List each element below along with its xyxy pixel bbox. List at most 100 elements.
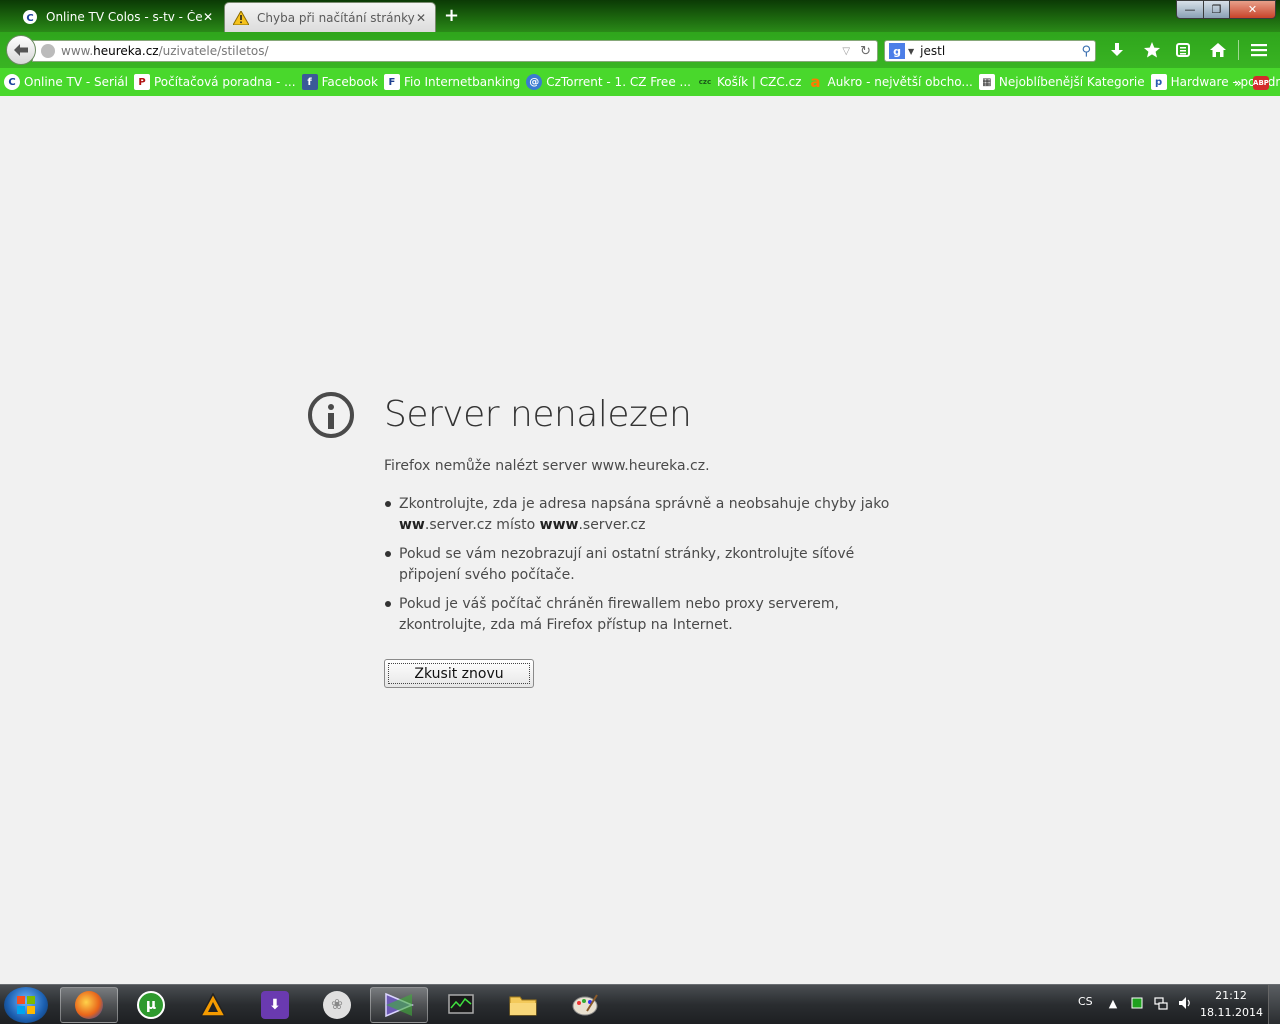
taskbar-app-paint[interactable]	[556, 987, 614, 1023]
tray-expand-icon[interactable]: ▲	[1106, 996, 1120, 1010]
maximize-button[interactable]: ❐	[1203, 0, 1230, 19]
media-player-icon	[385, 992, 414, 1018]
taskbar-app-aimp[interactable]	[184, 987, 242, 1023]
url-host: heureka.cz	[93, 44, 159, 58]
retry-button[interactable]: Zkusit znovu	[384, 659, 534, 688]
tab-title: Online TV Colos - s-tv - Če...	[46, 10, 202, 24]
taskbar-app-firefox[interactable]	[60, 987, 118, 1023]
minimize-button[interactable]: —	[1176, 0, 1204, 19]
example-bold: ww	[399, 517, 425, 533]
tab-title: Chyba při načítání stránky	[257, 10, 415, 25]
bookmark-pocitacova-poradna[interactable]: P Počítačová poradna - ...	[133, 74, 296, 90]
window-close-button[interactable]: ✕	[1229, 0, 1276, 19]
suggestion-text: Zkontrolujte, zda je adresa napsána sprá…	[399, 496, 890, 512]
start-button[interactable]	[4, 987, 48, 1023]
folder-icon	[509, 996, 537, 1016]
hamburger-menu-icon[interactable]	[1249, 40, 1269, 60]
suggestion-list: Zkontrolujte, zda je adresa napsána sprá…	[384, 494, 914, 644]
firefox-icon	[75, 991, 103, 1019]
error-description: Firefox nemůže nalézt server www.heureka…	[384, 458, 710, 474]
engine-dropdown-icon[interactable]: ▼	[908, 47, 914, 56]
taskbar-app-task-manager[interactable]	[432, 987, 490, 1023]
example-bold: www	[539, 517, 579, 533]
volume-icon[interactable]	[1178, 996, 1192, 1010]
url-text[interactable]: www.heureka.cz/uzivatele/stiletos/	[61, 44, 842, 58]
language-indicator[interactable]: CS	[1078, 995, 1093, 1008]
search-icon[interactable]: ⚲	[1081, 44, 1091, 59]
bookmark-label: Nejoblíbenější Kategorie	[998, 75, 1145, 89]
colos-c-icon: C	[22, 9, 38, 25]
taskbar-app-downloader[interactable]: ⬇	[246, 987, 304, 1023]
tray-green-square-icon[interactable]	[1130, 996, 1144, 1010]
suggestion-text: Pokud se vám nezobrazují ani ostatní str…	[399, 546, 855, 583]
taskbar-app-footprint[interactable]: ❀	[308, 987, 366, 1023]
navigation-toolbar: www.heureka.cz/uzivatele/stiletos/ ▽ ↻ g…	[0, 32, 1280, 68]
history-dropdown-icon[interactable]: ▽	[842, 46, 850, 57]
clock-date[interactable]: 18.11.2014	[1200, 1006, 1263, 1019]
tab-close-icon[interactable]: ✕	[202, 10, 214, 24]
aimp-triangle-icon	[200, 993, 226, 1017]
tab-error-page[interactable]: Chyba při načítání stránky ✕	[224, 2, 436, 32]
bookmark-online-tv[interactable]: C Online TV - Seriál	[4, 74, 128, 90]
utorrent-icon: µ	[137, 991, 165, 1019]
example-text: .server.cz místo	[424, 517, 540, 533]
url-prefix: www.	[61, 44, 94, 58]
toolbar-separator	[1238, 40, 1239, 60]
maximize-icon: ❐	[1211, 3, 1222, 16]
globe-icon	[41, 44, 55, 58]
home-icon[interactable]	[1208, 40, 1228, 60]
bookmarks-toolbar: C Online TV - Seriál P Počítačová poradn…	[0, 68, 1280, 96]
search-input[interactable]: jestl	[920, 44, 1081, 58]
pcnet-icon: P	[133, 74, 150, 90]
reload-icon[interactable]: ↻	[860, 44, 871, 59]
download-arrow-icon: ⬇	[261, 991, 289, 1019]
taskbar-app-explorer[interactable]	[494, 987, 552, 1023]
fio-icon: F	[383, 74, 400, 90]
adblock-plus-icon[interactable]: ABP	[1253, 76, 1269, 90]
bookmarks-menu-icon[interactable]	[1173, 40, 1193, 60]
bookmark-fio[interactable]: F Fio Internetbanking	[383, 74, 520, 90]
bookmark-czc[interactable]: czc Košík | CZC.cz	[697, 74, 802, 90]
downloads-icon[interactable]	[1107, 40, 1127, 60]
bookmark-aukro[interactable]: a Aukro - největší obcho...	[807, 73, 973, 91]
info-icon	[308, 392, 354, 438]
footprint-icon: ❀	[323, 991, 351, 1019]
back-arrow-icon	[14, 44, 28, 56]
close-icon: ✕	[1247, 3, 1258, 16]
bookmark-label: Facebook	[321, 75, 378, 89]
new-tab-plus-icon[interactable]: +	[444, 6, 459, 26]
bookmark-nejoblibenejsi[interactable]: ▦ Nejoblíbenější Kategorie	[978, 74, 1145, 90]
tab-close-icon[interactable]: ✕	[415, 11, 427, 25]
paint-palette-icon	[572, 994, 598, 1016]
back-button[interactable]	[6, 35, 36, 65]
clock-time[interactable]: 21:12	[1200, 989, 1262, 1002]
taskbar-app-media-player[interactable]	[370, 987, 428, 1023]
bookmark-label: CzTorrent - 1. CZ Free ...	[546, 75, 691, 89]
bookmark-facebook[interactable]: f Facebook	[301, 74, 378, 90]
url-bar[interactable]: www.heureka.cz/uzivatele/stiletos/ ▽ ↻	[32, 40, 878, 62]
error-title: Server nenalezen	[384, 394, 692, 435]
search-bar[interactable]: g ▼ jestl ⚲	[884, 40, 1096, 62]
google-icon[interactable]: g	[889, 43, 905, 59]
taskbar-app-utorrent[interactable]: µ	[122, 987, 180, 1023]
suggestion-text: Pokud je váš počítač chráněn firewallem …	[399, 596, 839, 633]
warning-icon	[233, 10, 249, 26]
tab-online-tv[interactable]: C Online TV Colos - s-tv - Če... ✕	[14, 2, 222, 32]
list-item: Pokud se vám nezobrazují ani ostatní str…	[384, 544, 914, 586]
bookmark-label: Online TV - Seriál	[24, 75, 128, 89]
czc-icon: czc	[698, 78, 712, 86]
bookmarks-overflow-chevron-icon[interactable]: »	[1234, 76, 1242, 90]
bookmark-cztorrent[interactable]: @ CzTorrent - 1. CZ Free ...	[526, 74, 691, 90]
facebook-icon: f	[301, 74, 318, 90]
task-manager-icon	[448, 994, 474, 1014]
cztorrent-icon: @	[526, 74, 543, 90]
bookmark-star-icon[interactable]	[1142, 40, 1162, 60]
bookmark-label: Počítačová poradna - ...	[153, 75, 296, 89]
url-path: /uzivatele/stiletos/	[158, 44, 269, 58]
aukro-icon: a	[810, 73, 821, 91]
grid-icon: ▦	[978, 74, 995, 90]
bookmark-label: Aukro - největší obcho...	[827, 75, 973, 89]
show-desktop-button[interactable]	[1268, 985, 1280, 1024]
bookmark-label: Košík | CZC.cz	[716, 75, 802, 89]
network-icon[interactable]	[1154, 996, 1168, 1010]
